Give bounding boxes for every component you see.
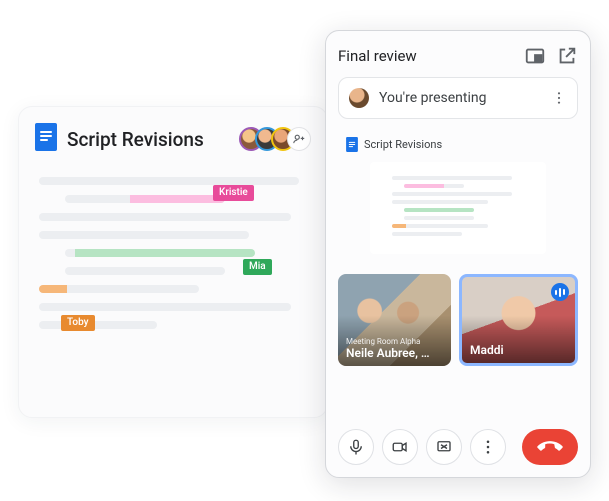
text-line-highlighted	[65, 195, 225, 203]
hangup-button[interactable]	[522, 429, 578, 465]
pip-icon[interactable]	[524, 45, 546, 67]
collaborator-avatars[interactable]	[239, 127, 311, 151]
text-line	[39, 177, 299, 185]
docs-body[interactable]: Kristie Mia Toby	[35, 177, 311, 329]
docs-window: Script Revisions Kristie Mia Toby	[18, 106, 328, 418]
more-button[interactable]	[470, 429, 506, 465]
participant-tile[interactable]: Meeting Room Alpha Neile Aubree, …	[338, 274, 451, 366]
presenting-status: You're presenting	[379, 90, 541, 106]
docs-app-icon	[35, 123, 57, 155]
participant-room: Meeting Room Alpha	[346, 337, 443, 346]
popout-icon[interactable]	[556, 45, 578, 67]
text-line-highlighted	[39, 285, 199, 293]
meet-controls	[338, 429, 578, 465]
shared-content-preview[interactable]: Script Revisions	[338, 129, 578, 264]
docs-app-icon	[346, 137, 358, 152]
participant-name: Maddi	[470, 343, 567, 357]
participant-tile-active[interactable]: Maddi	[459, 274, 578, 366]
participant-tiles: Meeting Room Alpha Neile Aubree, … Maddi	[338, 274, 578, 366]
meet-title: Final review	[338, 47, 514, 65]
cursor-tag-toby: Toby	[61, 315, 95, 331]
avatar-overflow[interactable]	[287, 127, 311, 151]
mic-button[interactable]	[338, 429, 374, 465]
text-line	[39, 213, 291, 221]
meet-panel: Final review You're presenting	[325, 30, 591, 478]
present-stop-button[interactable]	[426, 429, 462, 465]
more-icon[interactable]	[551, 90, 567, 106]
shared-content-title: Script Revisions	[364, 138, 442, 151]
text-line	[65, 267, 225, 275]
text-line	[39, 231, 249, 239]
cursor-tag-mia: Mia	[243, 259, 272, 275]
docs-header: Script Revisions	[35, 123, 311, 155]
text-line	[39, 303, 291, 311]
docs-title[interactable]: Script Revisions	[67, 128, 229, 151]
avatar	[349, 88, 369, 108]
text-line	[39, 321, 157, 329]
text-line-highlighted	[65, 249, 255, 257]
cursor-tag-kristie: Kristie	[213, 185, 254, 201]
meet-header: Final review	[338, 45, 578, 67]
participant-name: Neile Aubree, …	[346, 346, 443, 360]
camera-button[interactable]	[382, 429, 418, 465]
presenting-card: You're presenting	[338, 77, 578, 119]
shared-content-thumbnail	[370, 162, 546, 254]
shared-content-header: Script Revisions	[346, 137, 570, 152]
